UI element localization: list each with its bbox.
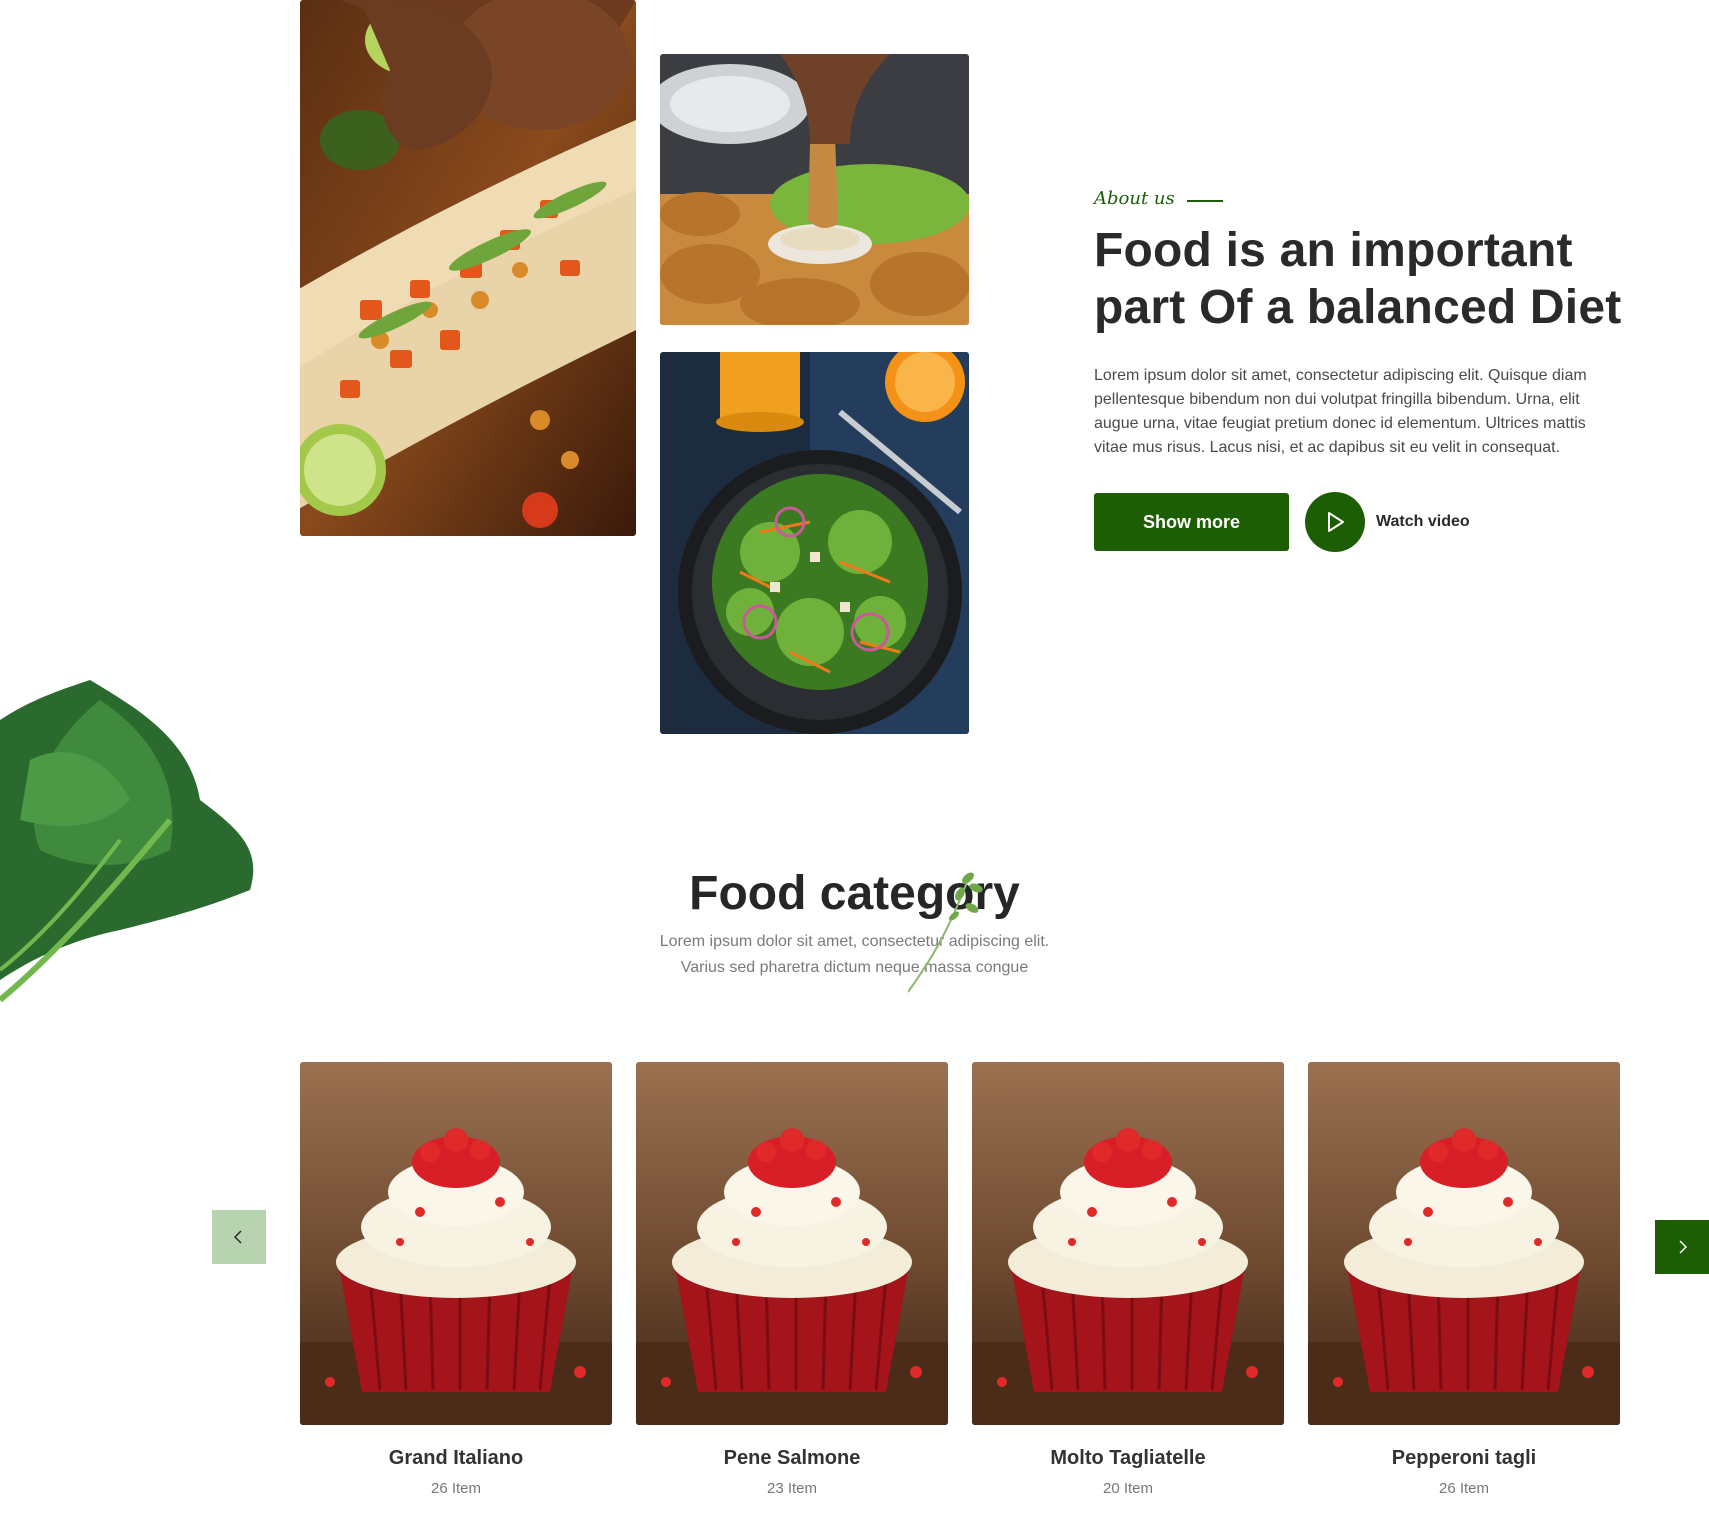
card-title: Grand Italiano [388, 1447, 524, 1469]
card-item-count: 20 Item [1102, 1480, 1154, 1497]
tacos-photo [300, 0, 636, 536]
category-header: Food category Lorem ipsum dolor sit amet… [0, 860, 1709, 980]
about-eyebrow: About us [1094, 184, 1654, 212]
play-icon [1328, 512, 1344, 532]
category-subtitle-line2: Varius sed pharetra dictum neque massa c… [680, 959, 1029, 976]
watch-video-link[interactable]: Watch video [1305, 492, 1470, 552]
about-actions: Show more Watch video [1094, 492, 1654, 552]
play-button[interactable] [1305, 492, 1365, 552]
about-eyebrow-text: About us [1094, 187, 1175, 209]
card-item-count: 23 Item [766, 1480, 818, 1497]
category-card[interactable]: Pene Salmone 23 Item [636, 1062, 948, 1499]
carousel-prev-button[interactable] [212, 1210, 266, 1264]
category-title: Food category [689, 867, 1020, 920]
about-title: Food is an important part Of a balanced … [1094, 224, 1622, 334]
page: About us Food is an important part Of a … [0, 0, 1709, 1514]
about-section: About us Food is an important part Of a … [1094, 184, 1654, 552]
watch-video-label[interactable]: Watch video [1376, 513, 1470, 531]
card-item-count: 26 Item [430, 1480, 482, 1497]
cupcake-photo [300, 1062, 612, 1425]
card-title: Pene Salmone [723, 1447, 861, 1469]
card-item-count: 26 Item [1438, 1480, 1490, 1497]
card-title: Molto Tagliatelle [1050, 1447, 1206, 1469]
chevron-right-icon [1679, 1240, 1688, 1254]
carousel-next-button[interactable] [1655, 1220, 1709, 1274]
chevron-left-icon [233, 1230, 242, 1244]
category-card[interactable]: Pepperoni tagli 26 Item [1308, 1062, 1620, 1499]
salad-photo [660, 352, 969, 734]
show-more-button[interactable]: Show more [1094, 493, 1289, 551]
category-card[interactable]: Grand Italiano 26 Item [300, 1062, 612, 1499]
category-card[interactable]: Molto Tagliatelle 20 Item [972, 1062, 1284, 1499]
eyebrow-divider [1186, 200, 1223, 202]
category-cards: Grand Italiano 26 Item Pene Salmone 23 I… [300, 1062, 1620, 1499]
herb-sprig-decoration [908, 872, 983, 993]
category-subtitle-line1: Lorem ipsum dolor sit amet, consectetur … [659, 933, 1050, 950]
about-body: Lorem ipsum dolor sit amet, consectetur … [1094, 367, 1587, 456]
cupcake-photo [636, 1062, 948, 1425]
card-title: Pepperoni tagli [1391, 1447, 1537, 1469]
fried-chicken-photo [660, 54, 969, 325]
cupcake-photo [972, 1062, 1284, 1425]
cupcake-photo [1308, 1062, 1620, 1425]
